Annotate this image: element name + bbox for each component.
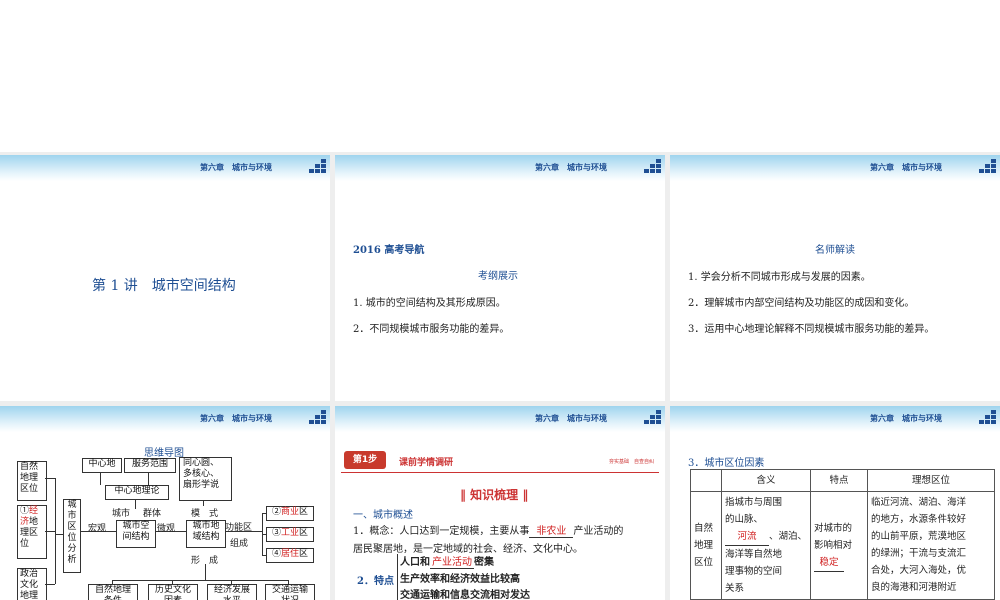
composition-label: 组成: [230, 539, 249, 549]
micro-label: 微观: [157, 524, 176, 534]
step-badge: 第1步: [344, 451, 386, 469]
column-header: 含义: [720, 469, 812, 492]
banner-title: 课前学情调研: [399, 458, 454, 468]
models-box: 同心圆、 多核心、 扇形学说: [179, 457, 232, 501]
exam-guide-heading: 2016 高考导航: [353, 245, 425, 256]
slide-thumbnail-6[interactable]: 第六章 城市与环境 3．城市区位因素 含义 特点 理想区位 自然 地理 区位 指…: [670, 406, 1000, 600]
history-culture-box: 历史文化 因素: [148, 584, 198, 600]
concept-fill: 非农业: [529, 522, 574, 538]
slide-header: 第六章 城市与环境: [670, 155, 1000, 181]
slide-header: 第六章 城市与环境: [670, 406, 1000, 432]
top-blank-area: [0, 0, 1000, 152]
feature-1-fill: 产业活动: [430, 553, 474, 569]
grid-logo-icon: [644, 410, 661, 424]
group-label: 群体: [143, 509, 162, 519]
grid-logo-icon: [309, 410, 326, 424]
center-place-box: 中心地: [82, 458, 122, 473]
feature-fill: 稳定: [814, 554, 845, 572]
slide-header: 第六章 城市与环境: [335, 406, 665, 432]
outline-item-1: 1. 城市的空间结构及其形成原因。: [353, 298, 506, 309]
interpretation-item-2: 2．理解城市内部空间结构及功能区的成因和变化。: [688, 298, 915, 309]
chapter-label: 第六章 城市与环境: [200, 414, 272, 423]
zone-residential-box: ④居住区: [266, 548, 314, 563]
chapter-label: 第六章 城市与环境: [870, 163, 942, 172]
economic-development-box: 经济发展 水平: [207, 584, 257, 600]
grid-logo-icon: [309, 159, 326, 173]
location-factors-table: 含义 特点 理想区位 自然 地理 区位 指城市与周围 的山脉、 河流 、湖泊、 海洋…: [690, 469, 996, 600]
slide-thumbnail-1[interactable]: 第六章 城市与环境 第 1 讲 城市空间结构: [0, 155, 330, 401]
slide-header: 第六章 城市与环境: [0, 155, 330, 181]
slide-thumbnail-3[interactable]: 第六章 城市与环境 名师解读 1. 学会分析不同城市形成与发展的因素。 2．理解…: [670, 155, 1000, 401]
ideal-location-cell: 临近河流、湖泊、海洋 的地方，水源条件较好 的山前平原，荒漠地区 的绿洲；干流与…: [867, 491, 996, 600]
mind-map-title: 思维导图: [144, 448, 184, 459]
location-factors-heading: 3．城市区位因素: [688, 458, 765, 469]
knowledge-section-title: ‖ 知识梳理 ‖: [460, 488, 529, 502]
feature-cell: 对城市的 影响相对 稳定: [810, 491, 869, 600]
urban-land-structure-box: 城市地 域结构: [186, 520, 226, 548]
step-banner: 第1步 课前学情调研 夯实基础 自查自纠: [341, 450, 659, 473]
city-location-analysis-box: 城 市 区 位 分 析: [63, 499, 81, 573]
transport-box: 交通运输 状况: [265, 584, 315, 600]
slide-thumbnail-2[interactable]: 第六章 城市与环境 2016 高考导航 考纲展示 1. 城市的空间结构及其形成原…: [335, 155, 665, 401]
city-label: 城市: [112, 509, 131, 519]
row-label: 自然 地理 区位: [690, 491, 722, 600]
slide-header: 第六章 城市与环境: [335, 155, 665, 181]
chapter-label: 第六章 城市与环境: [870, 414, 942, 423]
mode-label: 模 式: [191, 509, 219, 519]
banner-right-label: 夯实基础 自查自纠: [609, 459, 655, 465]
interpretation-item-3: 3．运用中心地理论解释不同规模城市服务功能的差异。: [688, 324, 935, 335]
center-place-theory-box: 中心地理论: [105, 485, 169, 500]
feature-2: 生产效率和经济效益比较高: [400, 574, 520, 585]
natural-location-box: 自然 地理 区位: [17, 461, 47, 501]
political-culture-box: 政治 文化 地理: [17, 568, 47, 600]
zone-commercial-box: ②商业区: [266, 506, 314, 521]
column-header: 特点: [810, 469, 869, 492]
interpretation-item-1: 1. 学会分析不同城市形成与发展的因素。: [688, 272, 871, 283]
table-row: 自然 地理 区位 指城市与周围 的山脉、 河流 、湖泊、 海洋等自然地 理事物的空间…: [690, 491, 996, 600]
zone-industrial-box: ③工业区: [266, 527, 314, 542]
macro-label: 宏观: [88, 524, 107, 534]
chapter-label: 第六章 城市与环境: [535, 414, 607, 423]
lecture-title: 第 1 讲 城市空间结构: [92, 278, 236, 294]
outline-subheading: 考纲展示: [478, 271, 518, 282]
slide-thumbnail-4[interactable]: 第六章 城市与环境 思维导图 自然 地理 区位 ①经济地 理区 位 政治 文化 …: [0, 406, 330, 600]
outline-item-2: 2．不同规模城市服务功能的差异。: [353, 324, 510, 335]
chapter-label: 第六章 城市与环境: [200, 163, 272, 172]
chapter-label: 第六章 城市与环境: [535, 163, 607, 172]
grid-logo-icon: [979, 159, 996, 173]
meaning-cell: 指城市与周围 的山脉、 河流 、湖泊、 海洋等自然地 理事物的空间 关系: [720, 491, 812, 600]
city-spatial-structure-box: 城市空 间结构: [116, 520, 156, 548]
slide-header: 第六章 城市与环境: [0, 406, 330, 432]
economic-location-box: ①经济地 理区 位: [17, 505, 47, 559]
teacher-interpretation-heading: 名师解读: [815, 245, 855, 256]
grid-logo-icon: [979, 410, 996, 424]
service-range-box: 服务范围: [124, 458, 176, 473]
features-label: 2．特点: [357, 576, 394, 587]
city-overview-subtitle: 一、城市概述: [353, 510, 413, 521]
natural-conditions-box: 自然地理 条件: [88, 584, 138, 600]
concept-line-1: 1．概念：人口达到一定规模，主要从事 非农业 产业活动的: [353, 522, 623, 538]
grid-logo-icon: [644, 159, 661, 173]
column-header: 理想区位: [867, 469, 996, 492]
meaning-fill: 河流: [725, 528, 769, 546]
feature-1: 人口和 产业活动 密集: [400, 553, 494, 569]
functional-zone-label: 功能区: [225, 523, 253, 533]
slide-thumbnail-5[interactable]: 第六章 城市与环境 第1步 课前学情调研 夯实基础 自查自纠 ‖ 知识梳理 ‖ …: [335, 406, 665, 600]
table-header-row: 含义 特点 理想区位: [690, 469, 996, 492]
feature-3: 交通运输和信息交流相对发达: [400, 590, 530, 600]
